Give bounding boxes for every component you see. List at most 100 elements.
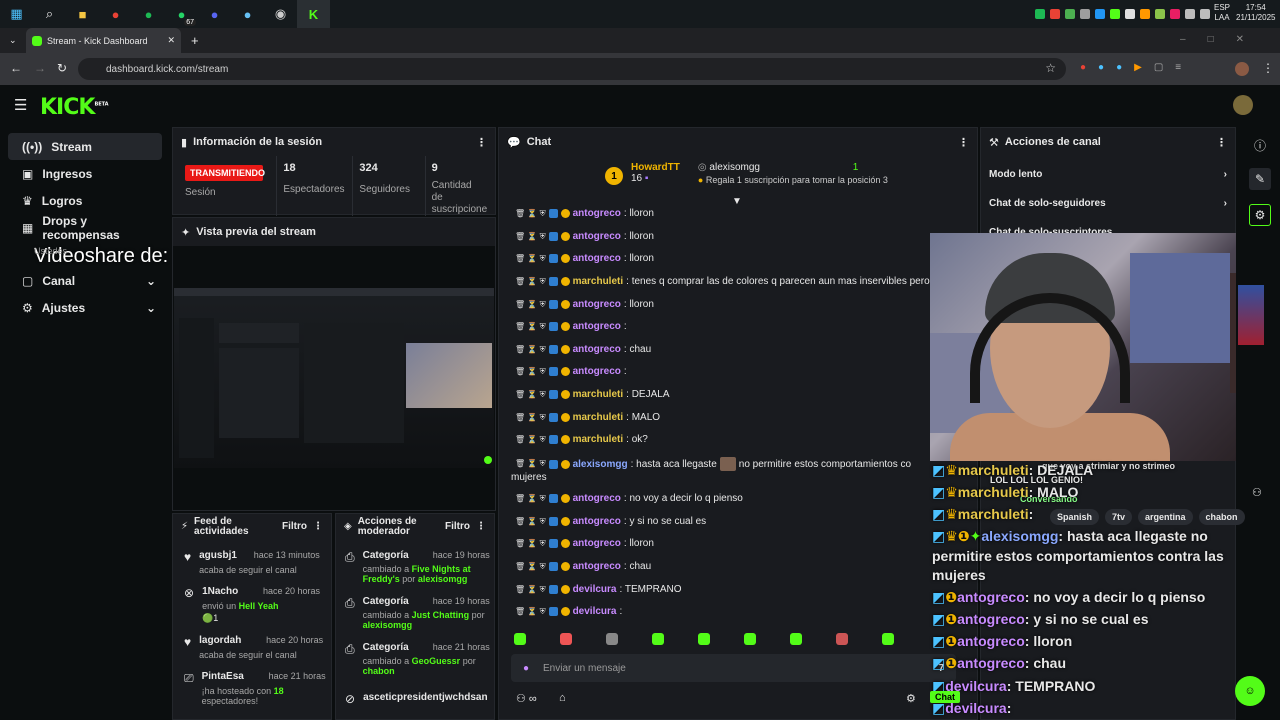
hamburger-menu-icon[interactable]: ☰ — [14, 96, 27, 114]
system-clock[interactable]: ESP LAA 17:54 21/11/2025 — [1214, 3, 1275, 23]
share-icon[interactable]: ⚇ — [1252, 486, 1262, 499]
windows-start-icon[interactable]: ▦ — [0, 0, 33, 28]
emote-icon[interactable] — [606, 633, 618, 645]
pencil-icon[interactable]: ✎ — [1248, 168, 1272, 190]
discord-icon[interactable]: ● — [198, 0, 231, 28]
chat-username[interactable]: marchuleti — [573, 412, 624, 423]
tag-chip[interactable]: chabon — [1198, 509, 1245, 525]
kebab-menu-icon[interactable]: ⋮ — [313, 522, 323, 532]
kebab-menu-icon[interactable]: ⋮ — [958, 136, 969, 149]
chat-username[interactable]: antogreco — [573, 231, 621, 242]
chat-username[interactable]: antogreco — [573, 516, 621, 527]
info-circle-icon[interactable]: ⓘ — [1254, 137, 1266, 154]
close-tab-icon[interactable]: ✕ — [167, 35, 175, 46]
mod-tools-icon[interactable]: 🗑 ⏳ ⛨ — [515, 494, 546, 504]
slow-mode-row[interactable]: Modo lento › — [981, 160, 1235, 189]
sidebar-item-canal[interactable]: ▢ Canal ⌄ — [8, 267, 162, 294]
chat-username[interactable]: antogreco — [573, 344, 621, 355]
browser-menu-icon[interactable]: ⋮ — [1262, 61, 1274, 75]
forward-icon[interactable]: → — [34, 61, 46, 75]
chat-settings-icons[interactable]: ⚇ ∞ — [516, 692, 537, 705]
chat-username[interactable]: devilcura — [573, 584, 617, 595]
mod-tools-icon[interactable]: 🗑 ⏳ ⛨ — [515, 300, 546, 310]
mod-tools-icon[interactable]: 🗑 ⏳ ⛨ — [515, 585, 546, 595]
chat-input[interactable]: ● Enviar un mensaje 7 — [511, 654, 956, 682]
help-chat-icon[interactable]: ☺ — [1235, 676, 1265, 706]
mod-tools-icon[interactable]: 🗑 ⏳ ⛨ — [515, 345, 546, 355]
extension-icons[interactable]: ●●●▶▢≡ — [1080, 62, 1193, 73]
kebab-menu-icon[interactable]: ⋮ — [476, 522, 486, 532]
chat-username[interactable]: antogreco — [573, 299, 621, 310]
chat-gear-icon[interactable]: ⚙ — [906, 692, 916, 705]
kebab-menu-icon[interactable]: ⋮ — [476, 136, 487, 149]
mod-tools-icon[interactable]: 🗑 ⏳ ⛨ — [515, 322, 546, 332]
chat-username[interactable]: devilcura — [573, 606, 617, 617]
chat-username[interactable]: antogreco — [573, 538, 621, 549]
tray-spotify-icon[interactable] — [1035, 9, 1045, 19]
tray-kick-icon[interactable] — [1110, 9, 1120, 19]
steam-icon[interactable]: ● — [231, 0, 264, 28]
chat-username[interactable]: antogreco — [573, 321, 621, 332]
tray-bluetooth-icon[interactable] — [1095, 9, 1105, 19]
chat-expand-icon[interactable]: ▼ — [732, 196, 742, 207]
mod-tool-icon[interactable]: ⚙ — [1248, 204, 1272, 226]
chat-username[interactable]: antogreco — [573, 366, 621, 377]
mod-tools-icon[interactable]: 🗑 ⏳ ⛨ — [515, 413, 546, 423]
tray-monitor-icon[interactable] — [1125, 9, 1135, 19]
chat-username[interactable]: marchuleti — [573, 434, 624, 445]
tray-volume-icon[interactable] — [1200, 9, 1210, 19]
tray-app-icon[interactable] — [1065, 9, 1075, 19]
tray-app4-icon[interactable] — [1170, 9, 1180, 19]
emote-icon[interactable] — [652, 633, 664, 645]
emote-icon[interactable] — [790, 633, 802, 645]
profile-avatar[interactable] — [1235, 62, 1249, 76]
feed-filter-button[interactable]: Filtro — [282, 522, 307, 532]
mod-tools-icon[interactable]: 🗑 ⏳ ⛨ — [515, 562, 546, 572]
mod-tools-icon[interactable]: 🗑 ⏳ ⛨ — [515, 277, 546, 287]
chat-username[interactable]: antogreco — [573, 208, 621, 219]
mod-tools-icon[interactable]: 🗑 ⏳ ⛨ — [515, 517, 546, 527]
mod-tools-icon[interactable]: 🗑 ⏳ ⛨ — [515, 459, 546, 469]
sidebar-item-stream[interactable]: ((•)) Stream — [8, 133, 162, 160]
search-icon[interactable]: ⌕ — [33, 0, 66, 28]
emote-icon[interactable] — [560, 633, 572, 645]
obs-icon[interactable]: ◉ — [264, 0, 297, 28]
file-explorer-icon[interactable]: ■ — [66, 0, 99, 28]
chat-username[interactable]: antogreco — [573, 561, 621, 572]
stream-preview[interactable] — [174, 288, 494, 468]
window-controls[interactable]: –□✕ — [1180, 34, 1266, 45]
tag-chip[interactable]: argentina — [1138, 509, 1193, 525]
kebab-menu-icon[interactable]: ⋮ — [1216, 136, 1227, 149]
chat-username[interactable]: marchuleti — [573, 389, 624, 400]
tag-chip[interactable]: Spanish — [1050, 509, 1100, 525]
whatsapp-icon[interactable]: ● 67 — [165, 0, 198, 28]
sidebar-item-drops[interactable]: ▦ Drops y recompensas — [8, 214, 162, 242]
emote-icon[interactable] — [836, 633, 848, 645]
reload-icon[interactable]: ↻ — [57, 61, 67, 75]
mod-tools-icon[interactable]: 🗑 ⏳ ⛨ — [515, 390, 546, 400]
kick-logo[interactable]: KICKBETA — [40, 95, 109, 120]
emote-icon[interactable] — [698, 633, 710, 645]
chat-username[interactable]: antogreco — [573, 253, 621, 264]
tab-search-icon[interactable]: ⌄ — [9, 35, 17, 46]
emote-icon[interactable] — [514, 633, 526, 645]
back-icon[interactable]: ← — [10, 61, 22, 75]
tray-app3-icon[interactable] — [1155, 9, 1165, 19]
chat-username[interactable]: antogreco — [573, 493, 621, 504]
mod-tools-icon[interactable]: 🗑 ⏳ ⛨ — [515, 254, 546, 264]
tray-network-icon[interactable] — [1185, 9, 1195, 19]
sidebar-item-ajustes[interactable]: ⚙ Ajustes ⌄ — [8, 294, 162, 321]
mod-tools-icon[interactable]: 🗑 ⏳ ⛨ — [515, 539, 546, 549]
new-tab-icon[interactable]: + — [191, 33, 199, 48]
kick-app-icon[interactable]: K — [297, 0, 330, 28]
mod-tools-icon[interactable]: 🗑 ⏳ ⛨ — [515, 209, 546, 219]
mod-tools-icon[interactable]: 🗑 ⏳ ⛨ — [515, 367, 546, 377]
followers-only-row[interactable]: Chat de solo-seguidores › — [981, 189, 1235, 218]
spotify-icon[interactable]: ● — [132, 0, 165, 28]
user-avatar[interactable] — [1233, 95, 1253, 115]
chat-username[interactable]: alexisomgg — [573, 459, 628, 470]
mod-filter-button[interactable]: Filtro — [445, 522, 470, 532]
tag-chip[interactable]: 7tv — [1105, 509, 1133, 525]
chrome-icon[interactable]: ● — [99, 0, 132, 28]
mod-tools-icon[interactable]: 🗑 ⏳ ⛨ — [515, 232, 546, 242]
